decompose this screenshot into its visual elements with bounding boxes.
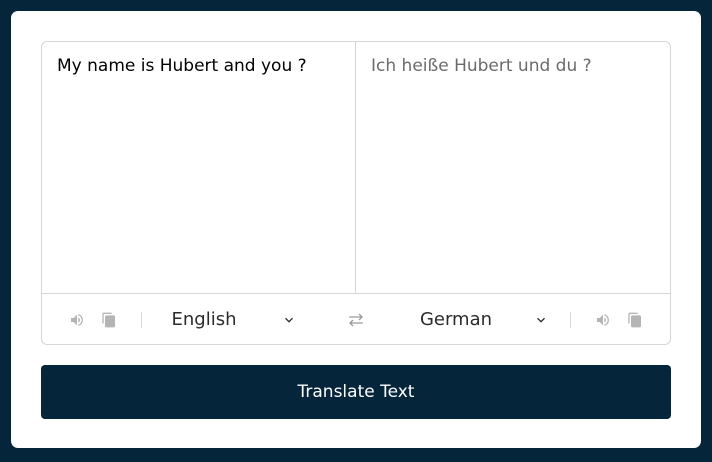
source-divider (141, 311, 142, 328)
source-copy-icon[interactable] (99, 310, 119, 330)
source-language-label: English (171, 309, 237, 330)
target-text-output[interactable] (356, 42, 670, 293)
target-language-label: German (419, 309, 493, 330)
swap-languages-icon[interactable] (342, 310, 370, 330)
target-copy-icon[interactable] (625, 310, 645, 330)
translator-card: English German (11, 11, 701, 448)
source-text-input[interactable] (42, 42, 355, 293)
chevron-down-icon (285, 317, 293, 323)
translator-panel: English German (41, 41, 671, 345)
target-divider (570, 311, 571, 328)
source-speaker-icon[interactable] (67, 310, 87, 330)
source-language-select[interactable]: English (164, 309, 296, 330)
source-text-panel (42, 42, 356, 293)
target-language-select[interactable]: German (416, 309, 548, 330)
target-controls: German (416, 309, 645, 330)
target-text-panel (356, 42, 670, 293)
translator-controls: English German (42, 293, 670, 344)
target-speaker-icon[interactable] (593, 310, 613, 330)
source-controls: English (67, 309, 296, 330)
translate-button[interactable]: Translate Text (41, 365, 671, 419)
chevron-down-icon (537, 317, 545, 323)
